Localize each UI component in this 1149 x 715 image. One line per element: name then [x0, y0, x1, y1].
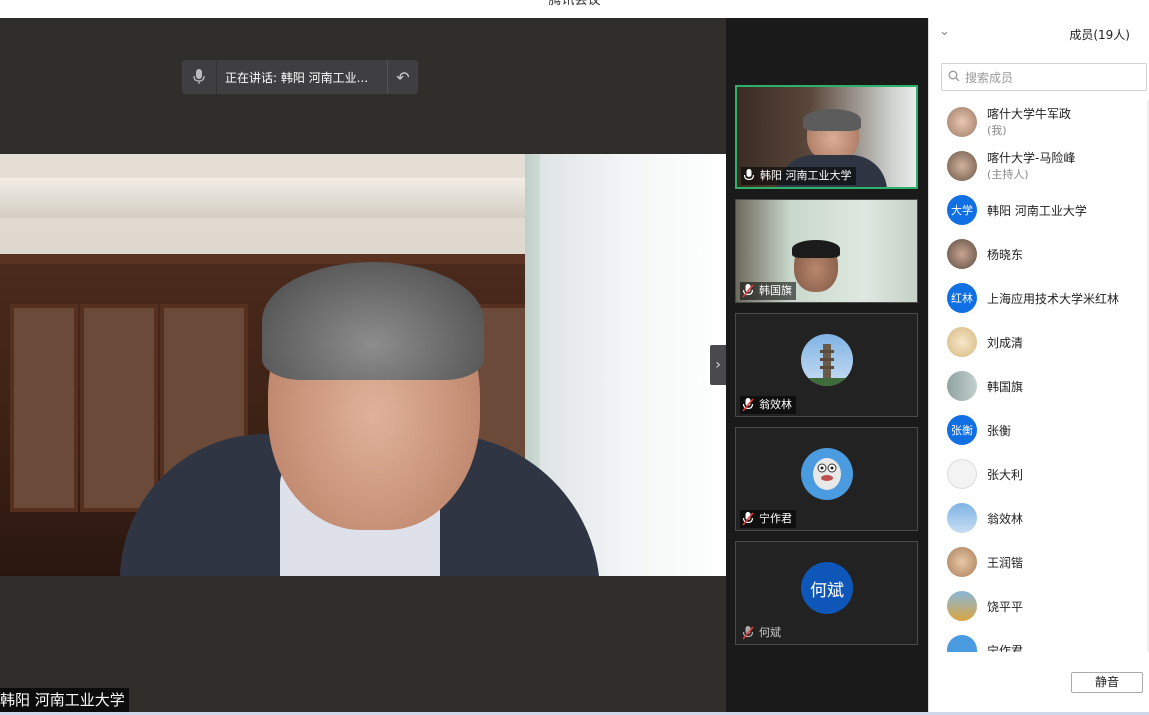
avatar [801, 334, 853, 386]
speaking-indicator: 正在讲话: 韩阳 河南工业... ↶ [182, 60, 418, 94]
member-item[interactable]: 张衡 张衡 [929, 408, 1147, 452]
return-arrow-icon[interactable]: ↶ [387, 60, 418, 94]
thumbnail-name-label: 韩国旗 [740, 282, 796, 300]
member-item[interactable]: 韩国旗 [929, 364, 1147, 408]
member-item[interactable]: 饶平平 [929, 584, 1147, 628]
member-item[interactable]: 翁效林 [929, 496, 1147, 540]
member-item[interactable]: 喀什大学牛军政 (我) [929, 100, 1147, 144]
avatar: 大学 [947, 195, 977, 225]
members-header: ⌄ 成员(19人) [929, 18, 1149, 50]
avatar: 红林 [947, 283, 977, 313]
avatar [947, 327, 977, 357]
main-speaker-name: 韩阳 河南工业大学 [0, 688, 129, 712]
avatar [947, 591, 977, 621]
thumbnail-tile[interactable]: 宁作君 [735, 427, 918, 531]
member-list[interactable]: 喀什大学牛军政 (我) 喀什大学-马险峰 (主持人) 大学 韩阳 河南工业大学 … [929, 100, 1147, 652]
microphone-icon [182, 60, 217, 94]
microphone-muted-icon [742, 284, 756, 298]
thumbnail-name-label: 翁效林 [740, 396, 796, 414]
thumbnail-name-label: 何斌 [740, 624, 785, 642]
chevron-down-icon[interactable]: ⌄ [939, 24, 950, 39]
microphone-muted-icon [742, 512, 756, 526]
avatar [947, 371, 977, 401]
search-members-input[interactable]: 搜索成员 [941, 63, 1147, 91]
search-icon [948, 70, 962, 84]
member-item[interactable]: 王润锴 [929, 540, 1147, 584]
avatar [801, 448, 853, 500]
avatar [947, 547, 977, 577]
microphone-icon [743, 169, 757, 183]
avatar [947, 635, 977, 652]
thumbnail-tile[interactable]: 何斌 何斌 [735, 541, 918, 645]
avatar [947, 151, 977, 181]
speaker-video [0, 154, 726, 576]
search-placeholder: 搜索成员 [965, 70, 1014, 85]
avatar [947, 459, 977, 489]
member-item[interactable]: 大学 韩阳 河南工业大学 [929, 188, 1147, 232]
title-bar: 腾讯会议 [0, 0, 1149, 18]
member-item[interactable]: 杨晓东 [929, 232, 1147, 276]
microphone-muted-icon [742, 626, 756, 640]
microphone-muted-icon [742, 398, 756, 412]
members-title: 成员(19人) [1069, 28, 1130, 42]
participant-thumbnails: 韩阳 河南工业大学 韩国旗 翁效林 宁作君 何斌 何斌 [726, 18, 928, 712]
avatar [947, 107, 977, 137]
member-item[interactable]: 刘成清 [929, 320, 1147, 364]
speaking-text: 正在讲话: 韩阳 河南工业... [225, 70, 369, 85]
window-title: 腾讯会议 [548, 0, 601, 8]
member-item[interactable]: 张大利 [929, 452, 1147, 496]
thumbnail-tile[interactable]: 韩阳 河南工业大学 [735, 85, 918, 189]
mute-all-button[interactable]: 静音 [1071, 672, 1143, 693]
members-panel: ⌄ 成员(19人) 搜索成员 喀什大学牛军政 (我) 喀什大学-马险峰 (主持人… [928, 18, 1149, 712]
thumbnail-name-label: 韩阳 河南工业大学 [741, 167, 856, 185]
thumbnail-tile[interactable]: 翁效林 [735, 313, 918, 417]
thumbnail-name-label: 宁作君 [740, 510, 796, 528]
member-item[interactable]: 喀什大学-马险峰 (主持人) [929, 144, 1147, 188]
avatar: 张衡 [947, 415, 977, 445]
thumbnail-tile[interactable]: 韩国旗 [735, 199, 918, 303]
avatar [947, 503, 977, 533]
main-video-area[interactable]: 正在讲话: 韩阳 河南工业... ↶ 韩阳 河南工业大学 [0, 18, 726, 712]
member-item[interactable]: 红林 上海应用技术大学米红林 [929, 276, 1147, 320]
avatar [947, 239, 977, 269]
collapse-thumbnails-chevron-icon[interactable]: › [710, 345, 726, 385]
avatar: 何斌 [801, 562, 853, 614]
member-item[interactable]: 宁作君 [929, 628, 1147, 652]
